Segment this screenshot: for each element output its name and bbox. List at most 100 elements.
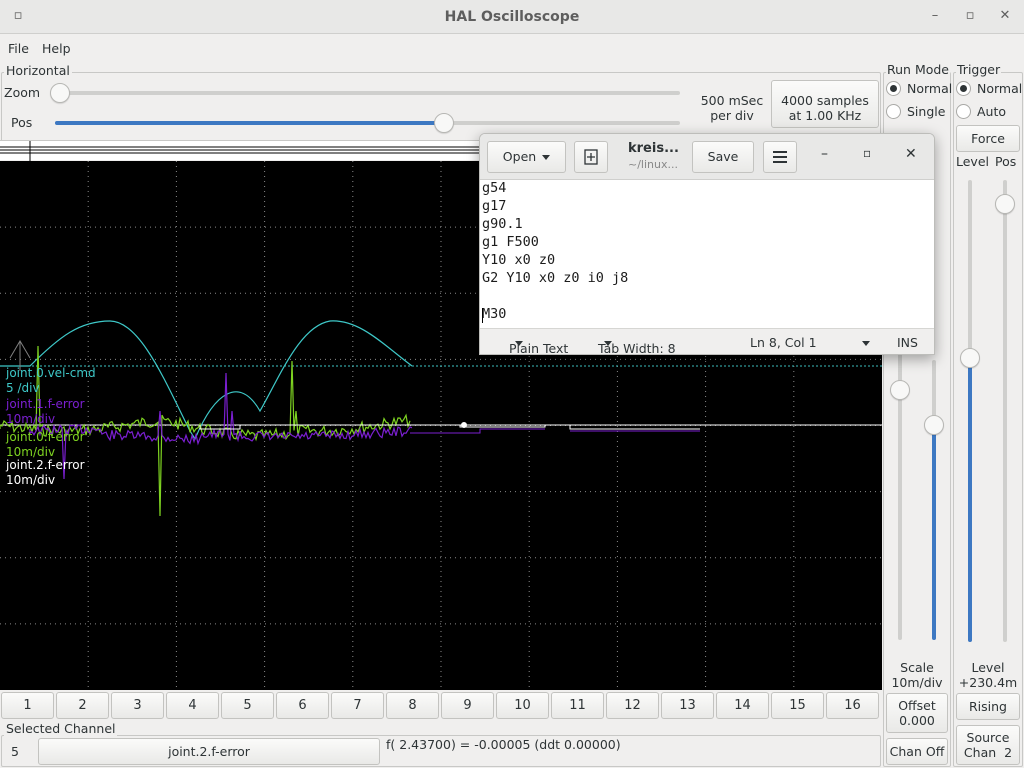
editor-minimize-icon[interactable]: – bbox=[821, 146, 828, 162]
trigger-auto-radio[interactable] bbox=[956, 104, 971, 119]
trace-label-name: joint.2.f-error bbox=[6, 458, 85, 472]
trigger-pos-slider-label: Pos bbox=[995, 154, 1017, 169]
channel-button-14[interactable]: 14 bbox=[716, 692, 769, 719]
channel-button-6[interactable]: 6 bbox=[276, 692, 329, 719]
channel-button-5[interactable]: 5 bbox=[221, 692, 274, 719]
trigger-point-marker bbox=[461, 422, 467, 428]
samples-button[interactable]: 4000 samples at 1.00 KHz bbox=[771, 80, 879, 128]
cursor-position-label: Ln 8, Col 1 bbox=[750, 335, 817, 350]
channel-button-8[interactable]: 8 bbox=[386, 692, 439, 719]
trigger-normal-label: Normal bbox=[977, 81, 1023, 96]
trigger-level-slider-label: Level bbox=[956, 154, 989, 169]
trace-label-name: joint.1.f-error bbox=[6, 397, 85, 411]
menu-bar: File Help bbox=[0, 35, 1024, 61]
trigger-pos-knob[interactable] bbox=[995, 194, 1015, 214]
pos-slider-knob[interactable] bbox=[434, 113, 454, 133]
channel-button-10[interactable]: 10 bbox=[496, 692, 549, 719]
trigger-level-knob[interactable] bbox=[960, 348, 980, 368]
trigger-pos-track[interactable] bbox=[1003, 180, 1007, 642]
channel-button-15[interactable]: 15 bbox=[771, 692, 824, 719]
trigger-source-line1: Source bbox=[966, 730, 1010, 745]
offset-label: Offset bbox=[898, 698, 936, 713]
vertical-offset-fill bbox=[932, 425, 936, 640]
run-mode-single-radio[interactable] bbox=[886, 104, 901, 119]
channel-button-2[interactable]: 2 bbox=[56, 692, 109, 719]
trigger-auto-label: Auto bbox=[977, 104, 1007, 119]
channel-button-12[interactable]: 12 bbox=[606, 692, 659, 719]
editor-filename: kreis... bbox=[628, 141, 679, 156]
text-editor-window: Open kreis... ~/linux... Save – ▫ ✕ g54 g… bbox=[479, 133, 935, 355]
editor-statusbar: Plain Text Tab Width: 8 Ln 8, Col 1 INS bbox=[480, 328, 934, 354]
editor-line: g90.1 bbox=[482, 216, 523, 232]
editor-line: G2 Y10 x0 z0 i0 j8 bbox=[482, 270, 629, 286]
samples-line1: 4000 samples bbox=[781, 93, 869, 108]
selected-channel-name-button[interactable]: joint.2.f-error bbox=[38, 738, 380, 765]
close-icon[interactable]: ✕ bbox=[995, 8, 1015, 23]
editor-line: M30 bbox=[482, 306, 507, 322]
pos-slider-track[interactable] bbox=[55, 121, 680, 125]
scale-value: 10m/div bbox=[891, 675, 943, 690]
trace-label-name: joint.0.f-error bbox=[6, 430, 85, 444]
zoom-slider-knob[interactable] bbox=[50, 83, 70, 103]
trigger-level-fill bbox=[968, 358, 972, 642]
editor-open-button[interactable]: Open bbox=[487, 141, 566, 173]
run-mode-single-label: Single bbox=[907, 104, 946, 119]
channel-button-3[interactable]: 3 bbox=[111, 692, 164, 719]
vertical-offset-knob[interactable] bbox=[924, 415, 944, 435]
scale-label: Scale bbox=[900, 660, 934, 675]
vertical-offset-track[interactable] bbox=[932, 360, 936, 640]
vertical-position-knob[interactable] bbox=[890, 380, 910, 400]
chan-off-button[interactable]: Chan Off bbox=[886, 738, 948, 765]
channel-button-9[interactable]: 9 bbox=[441, 692, 494, 719]
chevron-down-icon bbox=[604, 341, 612, 346]
channel-button-16[interactable]: 16 bbox=[826, 692, 879, 719]
editor-maximize-icon[interactable]: ▫ bbox=[863, 146, 871, 160]
offset-value: 0.000 bbox=[899, 713, 935, 728]
trigger-level-track[interactable] bbox=[968, 180, 972, 642]
offset-button[interactable]: Offset 0.000 bbox=[886, 693, 948, 733]
channel-button-1[interactable]: 1 bbox=[1, 692, 54, 719]
trigger-normal-radio[interactable] bbox=[956, 81, 971, 96]
insert-mode-label: INS bbox=[897, 335, 918, 350]
run-mode-normal-radio[interactable] bbox=[886, 81, 901, 96]
channel-button-13[interactable]: 13 bbox=[661, 692, 714, 719]
editor-line: g54 bbox=[482, 180, 507, 196]
pos-slider-fill bbox=[55, 121, 443, 125]
trigger-edge-button[interactable]: Rising bbox=[956, 693, 1020, 720]
selected-channel-label: Selected Channel bbox=[4, 721, 118, 736]
channel-button-4[interactable]: 4 bbox=[166, 692, 219, 719]
text-cursor bbox=[482, 308, 483, 323]
new-document-icon bbox=[584, 149, 598, 165]
trigger-level-caption: Level bbox=[971, 660, 1005, 675]
run-mode-label: Run Mode bbox=[886, 62, 950, 77]
editor-path: ~/linux... bbox=[628, 158, 678, 171]
chevron-down-icon bbox=[542, 155, 551, 160]
chevron-down-icon bbox=[515, 341, 523, 346]
maximize-icon[interactable]: ▫ bbox=[960, 8, 980, 23]
menu-file[interactable]: File bbox=[8, 41, 29, 56]
editor-save-button[interactable]: Save bbox=[692, 141, 754, 173]
chevron-down-icon bbox=[862, 341, 870, 346]
minimize-icon[interactable]: – bbox=[925, 8, 945, 23]
editor-close-icon[interactable]: ✕ bbox=[905, 146, 917, 162]
zoom-slider-track[interactable] bbox=[52, 91, 680, 95]
channel-button-11[interactable]: 11 bbox=[551, 692, 604, 719]
editor-text-area[interactable]: g54 g17 g90.1 g1 F500 Y10 x0 z0 G2 Y10 x0 z0 … bbox=[480, 180, 934, 328]
horizontal-label: Horizontal bbox=[4, 63, 72, 78]
trace-label-scale: 10m/div bbox=[6, 412, 56, 426]
rate-line2: per div bbox=[710, 108, 754, 123]
trace-label-scale: 5 /div bbox=[6, 381, 40, 395]
hamburger-menu-icon bbox=[773, 151, 787, 163]
trace-label-scale: 10m/div bbox=[6, 445, 56, 459]
trace-label-name: joint.0.vel-cmd bbox=[6, 366, 96, 380]
title-bar: ▫ HAL Oscilloscope – ▫ ✕ bbox=[0, 0, 1024, 34]
trigger-source-button[interactable]: Source Chan 2 bbox=[956, 725, 1020, 765]
menu-help[interactable]: Help bbox=[42, 41, 71, 56]
editor-open-label: Open bbox=[502, 149, 537, 164]
channel-button-7[interactable]: 7 bbox=[331, 692, 384, 719]
trigger-label: Trigger bbox=[956, 62, 1002, 77]
force-button[interactable]: Force bbox=[956, 125, 1020, 152]
editor-menu-button[interactable] bbox=[763, 141, 797, 173]
editor-new-tab-button[interactable] bbox=[574, 141, 608, 173]
editor-line: g17 bbox=[482, 198, 507, 214]
